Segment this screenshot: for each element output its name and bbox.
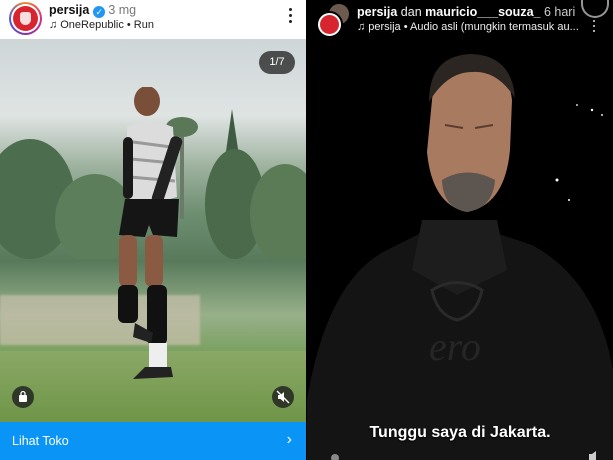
player-figure — [118, 87, 183, 379]
username-link[interactable]: persija — [49, 3, 89, 17]
video-caption: Tunggu saya di Jakarta. — [369, 424, 551, 441]
music-note-icon: ♫ — [357, 21, 366, 33]
left-post: persija ✓ 3 mg ♫ OneRepublic • Run 1/7 L… — [0, 0, 306, 460]
speaker-muted-icon[interactable] — [587, 450, 605, 460]
music-note-icon: ♫ — [49, 19, 58, 31]
speaker-muted-icon[interactable] — [272, 386, 294, 408]
more-options-icon[interactable] — [591, 20, 597, 36]
post-time: 6 hari — [543, 5, 576, 19]
shopping-bag-icon[interactable] — [12, 386, 34, 408]
avatar[interactable] — [316, 11, 343, 38]
carousel-counter: 1/7 — [259, 51, 295, 74]
svg-text:ero: ero — [429, 324, 481, 369]
audio-link[interactable]: ♫ OneRepublic • Run — [49, 19, 154, 32]
club-crest-icon — [581, 0, 609, 18]
progress-dot — [331, 454, 339, 460]
audio-label: OneRepublic • Run — [60, 19, 154, 31]
video-frame[interactable]: ero — [307, 40, 613, 460]
audio-label: persija • Audio asli (mungkin termasuk a… — [368, 21, 579, 33]
username-link[interactable]: persija — [357, 5, 397, 19]
avatar-border — [11, 4, 40, 33]
avatar[interactable] — [9, 2, 42, 35]
joiner-text: dan — [400, 5, 422, 19]
header-username-line: persija ✓ 3 mg — [49, 3, 136, 18]
post-photo[interactable]: 1/7 — [0, 39, 306, 422]
club-logo-icon — [13, 6, 38, 31]
view-shop-button[interactable]: Lihat Toko › — [0, 422, 306, 460]
audio-link[interactable]: ♫ persija • Audio asli (mungkin termasuk … — [357, 21, 579, 34]
shop-label: Lihat Toko — [12, 434, 69, 448]
post-time: 3 mg — [108, 3, 137, 17]
club-logo-icon — [320, 15, 339, 34]
right-post: persija dan mauricio___souza_ 6 hari ♫ pe… — [307, 0, 613, 460]
more-options-icon[interactable] — [286, 8, 294, 26]
chevron-right-icon: › — [286, 431, 292, 448]
post-header: persija ✓ 3 mg ♫ OneRepublic • Run — [0, 0, 306, 39]
header-username-line: persija dan mauricio___souza_ 6 hari — [357, 5, 575, 20]
verified-badge-icon: ✓ — [93, 6, 106, 18]
collaborator-link[interactable]: mauricio___souza_ — [425, 5, 540, 19]
